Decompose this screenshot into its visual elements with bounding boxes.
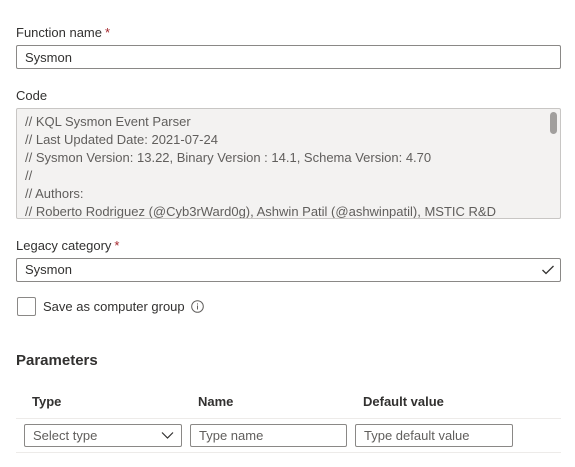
legacy-category-label: Legacy category *: [16, 238, 119, 253]
parameters-title: Parameters: [16, 352, 98, 369]
code-line: // Authors:: [25, 186, 84, 201]
column-header-default-value: Default value: [363, 394, 444, 409]
column-header-name: Name: [198, 394, 234, 409]
required-mark: *: [114, 238, 120, 253]
code-lines: // KQL Sysmon Event Parser // Last Updat…: [25, 113, 540, 219]
code-line: // Last Updated Date: 2021-07-24: [25, 132, 218, 147]
code-line: // Roberto Rodriguez (@Cyb3rWard0g), Ash…: [25, 204, 496, 219]
info-icon[interactable]: [191, 300, 204, 313]
computer-group-checkbox[interactable]: [17, 297, 36, 316]
column-header-type: Type: [32, 394, 62, 409]
function-name-label: Function name *: [16, 25, 110, 40]
parameter-default-value-input[interactable]: [355, 424, 513, 447]
parameter-type-select[interactable]: Select type: [24, 424, 182, 447]
legacy-category-value: Sysmon: [25, 262, 72, 277]
legacy-category-label-text: Legacy category: [16, 238, 112, 253]
code-line: // Sysmon Version: 13.22, Binary Version…: [25, 150, 432, 165]
function-name-label-text: Function name: [16, 25, 102, 40]
parameter-name-input[interactable]: [190, 424, 347, 447]
code-scrollbar[interactable]: [546, 109, 560, 218]
chevron-down-icon: [161, 432, 174, 439]
function-name-input[interactable]: [16, 45, 561, 69]
code-scrollbar-thumb[interactable]: [550, 112, 557, 134]
checkmark-icon: [542, 265, 554, 275]
required-mark: *: [105, 25, 111, 40]
computer-group-label: Save as computer group: [43, 299, 185, 314]
table-divider: [16, 452, 561, 453]
code-line: //: [25, 168, 33, 183]
code-label: Code: [16, 88, 48, 103]
table-divider: [16, 418, 561, 419]
code-line: // KQL Sysmon Event Parser: [25, 114, 191, 129]
parameter-type-placeholder: Select type: [33, 428, 98, 443]
code-editor[interactable]: // KQL Sysmon Event Parser // Last Updat…: [16, 108, 561, 219]
legacy-category-dropdown[interactable]: Sysmon: [16, 258, 561, 282]
